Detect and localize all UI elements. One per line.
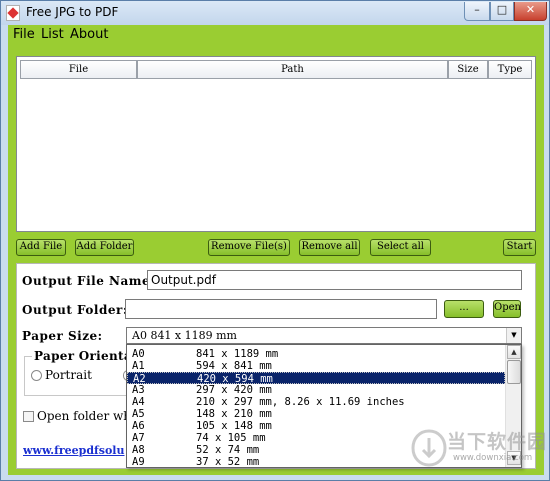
- option-size: 841 x 1189 mm: [196, 348, 279, 360]
- chevron-down-icon[interactable]: ▼: [506, 328, 521, 343]
- column-header-file[interactable]: File: [20, 60, 137, 79]
- paper-size-selected-value: A0 841 x 1189 mm: [132, 329, 237, 342]
- paper-orientation-label: Paper Orientat: [32, 349, 140, 363]
- paper-size-select[interactable]: A0 841 x 1189 mm ▼: [126, 327, 522, 344]
- remove-files-button[interactable]: Remove File(s): [208, 239, 290, 256]
- option-size: 297 x 420 mm: [196, 384, 272, 396]
- watermark-logo-icon: [411, 429, 447, 467]
- option-name: A5: [132, 408, 145, 420]
- option-size: 74 x 105 mm: [196, 432, 266, 444]
- open-folder-label[interactable]: Open folder whe: [37, 409, 127, 423]
- column-header-type[interactable]: Type: [488, 60, 532, 79]
- output-file-name-input[interactable]: Output.pdf: [147, 270, 522, 290]
- scroll-up-arrow-icon[interactable]: ▲: [507, 345, 521, 359]
- column-header-path[interactable]: Path: [137, 60, 448, 79]
- add-folder-button[interactable]: Add Folder: [75, 239, 134, 256]
- paper-size-option[interactable]: A3 297 x 420 mm: [127, 384, 505, 396]
- open-folder-checkbox[interactable]: [23, 411, 34, 422]
- pdf-app-icon: [6, 5, 20, 21]
- output-folder-label: Output Folder:: [22, 303, 128, 317]
- menu-bar: File List About: [8, 25, 544, 46]
- option-name: A7: [132, 432, 145, 444]
- paper-size-option[interactable]: A4 210 x 297 mm, 8.26 x 11.69 inches: [127, 396, 505, 408]
- option-name: A6: [132, 420, 145, 432]
- watermark-text: 当下软件园: [447, 431, 548, 453]
- website-link[interactable]: www.freepdfsolu: [23, 444, 127, 457]
- option-size: 210 x 297 mm, 8.26 x 11.69 inches: [196, 396, 405, 408]
- option-size: 105 x 148 mm: [196, 420, 272, 432]
- window-title: Free JPG to PDF: [26, 5, 119, 19]
- option-size: 594 x 841 mm: [196, 360, 272, 372]
- output-folder-input[interactable]: [125, 299, 437, 319]
- browse-button[interactable]: ...: [444, 300, 484, 318]
- paper-size-option[interactable]: A5 148 x 210 mm: [127, 408, 505, 420]
- paper-size-option-selected[interactable]: A2 420 x 594 mm: [127, 372, 505, 385]
- menu-list[interactable]: List: [41, 27, 64, 42]
- watermark-url: www.downxia.com: [453, 453, 533, 463]
- menu-file[interactable]: File: [13, 27, 35, 42]
- option-size: 148 x 210 mm: [196, 408, 272, 420]
- option-size: 37 x 52 mm: [196, 456, 260, 468]
- start-button[interactable]: Start: [503, 239, 536, 256]
- option-name: A3: [132, 384, 145, 396]
- paper-size-option[interactable]: A9 37 x 52 mm: [127, 456, 505, 468]
- maximize-button[interactable]: □: [490, 2, 514, 21]
- app-window: Free JPG to PDF – □ ✕ File List About Fi…: [0, 0, 550, 481]
- paper-size-option[interactable]: A0 841 x 1189 mm: [127, 348, 505, 360]
- output-file-name-label: Output File Name:: [22, 274, 156, 288]
- select-all-button[interactable]: Select all: [370, 239, 431, 256]
- add-file-button[interactable]: Add File: [16, 239, 66, 256]
- menu-about[interactable]: About: [70, 27, 108, 42]
- portrait-radio[interactable]: [31, 370, 42, 381]
- open-folder-button[interactable]: Open: [493, 300, 521, 318]
- column-header-size[interactable]: Size: [448, 60, 488, 79]
- file-list-table[interactable]: File Path Size Type: [16, 56, 536, 232]
- option-name: A9: [132, 456, 145, 468]
- remove-all-button[interactable]: Remove all: [299, 239, 360, 256]
- option-name: A1: [132, 360, 145, 372]
- portrait-label[interactable]: Portrait: [45, 368, 92, 382]
- title-bar[interactable]: Free JPG to PDF – □ ✕: [1, 1, 549, 25]
- paper-size-label: Paper Size:: [22, 329, 103, 343]
- minimize-button[interactable]: –: [464, 2, 490, 21]
- option-name: A4: [132, 396, 145, 408]
- option-name: A0: [132, 348, 145, 360]
- scrollbar-thumb[interactable]: [507, 360, 521, 384]
- option-size: 52 x 74 mm: [196, 444, 260, 456]
- close-button[interactable]: ✕: [514, 2, 547, 21]
- paper-size-option[interactable]: A1 594 x 841 mm: [127, 360, 505, 372]
- option-name: A8: [132, 444, 145, 456]
